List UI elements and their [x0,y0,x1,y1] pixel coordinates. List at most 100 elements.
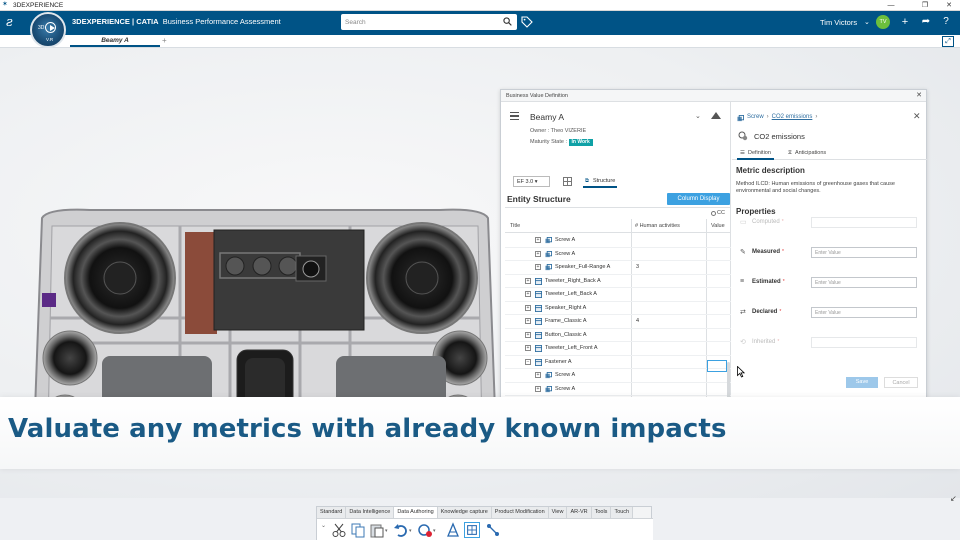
table-row[interactable]: − Fastener A [505,356,731,369]
property-label: Estimated * [752,279,785,285]
panel-close-icon[interactable]: ✕ [916,90,922,102]
declared-value-input[interactable] [811,307,917,318]
tab-ar-vr[interactable]: AR-VR [567,507,592,518]
fullscreen-icon[interactable]: ⤢ [942,36,954,47]
undo-dropdown-icon[interactable]: ▾ [409,528,412,534]
search-input[interactable] [341,14,517,30]
update-icon[interactable] [417,522,433,538]
tab-tools[interactable]: Tools [591,507,612,518]
estimated-value-input[interactable] [811,277,917,288]
copy-icon[interactable] [350,522,366,538]
breadcrumb-root[interactable]: Screw [747,114,764,120]
collapse-up-icon[interactable] [711,112,721,119]
share-icon[interactable]: ➦ [918,14,934,30]
row-activities[interactable]: 4 [636,315,639,328]
tab-definition[interactable]: ☰ Definition [737,147,774,160]
expand-icon[interactable]: + [525,331,531,338]
add-icon[interactable]: + [897,14,913,30]
tab-knowledge-capture[interactable]: Knowledge capture [437,507,492,518]
table-row[interactable]: + Button_Classic A [505,329,731,342]
expand-icon[interactable]: + [535,385,541,392]
expand-icon[interactable]: + [525,304,531,311]
add-tab-icon[interactable]: + [162,35,167,47]
column-header-value[interactable]: Value [711,223,725,229]
column-header-activities[interactable]: # Human activities [635,223,680,229]
tab-data-authoring[interactable]: Data Authoring [394,507,438,518]
chevron-down-icon[interactable]: ⌄ [695,112,701,120]
action-bar-menu-icon[interactable]: ⌄ [321,522,327,538]
table-row[interactable]: + Tweeter_Left_Front A [505,342,731,356]
table-row[interactable]: + Frame_Classic A 4 [505,315,731,329]
table-row[interactable]: + Speaker_Full-Range A 3 [505,261,731,275]
expand-icon[interactable]: + [535,372,541,378]
status-badge[interactable]: In Work [568,139,593,146]
metric-close-icon[interactable]: ✕ [913,111,921,122]
panel-title: Business Value Definition [506,93,568,99]
help-icon[interactable]: ? [938,14,954,30]
definition-tab-label: Definition [748,150,771,156]
expand-icon[interactable]: + [535,237,541,243]
tab-touch[interactable]: Touch [611,507,634,518]
collapse-icon[interactable]: − [525,358,531,365]
restore-icon[interactable]: ❐ [914,0,936,11]
column-header-co2[interactable]: CC [717,210,725,216]
paste-dropdown-icon[interactable]: ▾ [385,528,388,534]
cut-icon[interactable] [331,522,347,538]
structure-tool-icon[interactable] [464,522,480,538]
search-icon[interactable] [503,17,512,26]
tab-product-modification[interactable]: Product Modification [491,507,549,518]
breadcrumb-current[interactable]: CO2 emissions [772,114,813,120]
selected-value-cell[interactable] [707,360,727,372]
column-header-title[interactable]: Title [510,223,520,229]
tab-standard[interactable]: Standard [317,507,347,518]
resize-handle-icon[interactable]: ↙ [950,494,957,503]
menu-icon[interactable] [510,112,519,120]
authoring-tool-icon[interactable] [445,522,461,538]
tab-beamy-a[interactable]: Beamy A [70,35,160,47]
table-row[interactable]: + Tweeter_Left_Back A [505,288,731,302]
avatar[interactable]: TV [876,15,890,29]
row-activities[interactable]: 3 [636,261,639,274]
row-title: Screw A [555,372,576,378]
grid-view-icon[interactable] [563,177,572,186]
tab-view[interactable]: View [548,507,568,518]
entity-tree: + Screw A + Screw A + Speaker_Full-Range A 3 + T… [505,234,731,410]
tab-structure[interactable]: ⧉ Structure [583,176,618,188]
compass-play-icon[interactable] [45,22,56,33]
user-name[interactable]: Tim Victors [820,18,857,27]
ds-logo-icon[interactable]: ƨ [6,14,24,32]
expand-icon[interactable]: + [535,264,541,270]
expand-icon[interactable]: + [525,277,531,284]
inherited-value-input [811,337,917,348]
update-dropdown-icon[interactable]: ▾ [433,528,436,534]
minimize-icon[interactable]: — [880,0,902,11]
paste-icon[interactable] [369,522,385,538]
expand-icon[interactable]: + [525,291,531,297]
tag-icon[interactable] [521,16,533,28]
undo-icon[interactable] [393,522,409,538]
table-row[interactable]: + Tweeter_Right_Back A [505,275,731,288]
expand-icon[interactable]: + [525,318,531,324]
expand-icon[interactable]: + [535,250,541,257]
co2-column-icon [711,211,716,216]
table-row[interactable]: + Screw A [505,383,731,396]
measured-value-input[interactable] [811,247,917,258]
method-description: Method ILCD: Human emissions of greenhou… [736,181,895,194]
tab-data-intelligence[interactable]: Data Intelligence [346,507,395,518]
cancel-button[interactable]: Cancel [884,377,918,388]
save-button[interactable]: Save [846,377,878,388]
column-display-button[interactable]: Column Display [667,193,730,205]
window-close-icon[interactable]: ✕ [938,0,960,11]
user-menu-chevron-icon[interactable]: ⌄ [864,18,870,26]
table-row[interactable]: + Speaker_Right A [505,302,731,315]
expand-icon[interactable]: + [525,345,531,351]
required-marker: * [779,309,782,315]
table-row[interactable]: + Screw A [505,248,731,261]
table-row[interactable]: + Screw A [505,369,731,383]
ef-version-select[interactable]: EF 3.0 ▾ [513,176,550,187]
connect-tool-icon[interactable] [485,522,501,538]
compass[interactable]: 3D V.R [30,12,66,48]
metric-description-title: Metric description [736,166,805,175]
table-row[interactable]: + Screw A [505,234,731,248]
tab-anticipations[interactable]: ⧖ Anticipations [788,147,826,160]
